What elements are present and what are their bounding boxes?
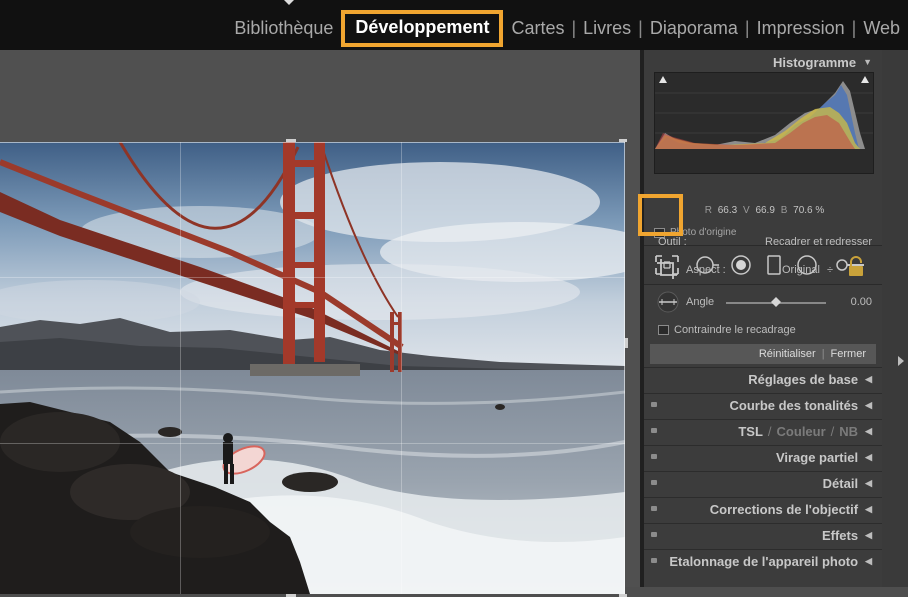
highlight-clipping-icon[interactable] bbox=[861, 76, 869, 83]
constrain-crop-checkbox[interactable] bbox=[658, 325, 669, 335]
crop-handle-right[interactable] bbox=[625, 338, 628, 348]
crop-frame-edge bbox=[0, 142, 625, 143]
panel-basic[interactable]: Réglages de base ◀ bbox=[644, 367, 882, 391]
expand-icon: ◀ bbox=[865, 452, 872, 462]
constrain-crop-toggle[interactable]: Contraindre le recadrage bbox=[658, 324, 796, 336]
panel-couleur-tab[interactable]: Couleur bbox=[777, 424, 826, 439]
module-web[interactable]: Web bbox=[859, 18, 904, 39]
module-impression[interactable]: Impression bbox=[753, 18, 849, 39]
module-cartes[interactable]: Cartes bbox=[507, 18, 568, 39]
straighten-level-icon[interactable] bbox=[656, 290, 680, 314]
collapse-icon: ▼ bbox=[863, 57, 872, 67]
aspect-spinner-icon: ÷ bbox=[826, 264, 834, 276]
expand-icon: ◀ bbox=[865, 426, 872, 436]
angle-value[interactable]: 0.00 bbox=[851, 296, 872, 308]
histogram-title: Histogramme bbox=[773, 54, 857, 70]
module-separator: | bbox=[571, 17, 577, 38]
panel-lens-label: Corrections de l'objectif bbox=[709, 502, 859, 517]
panel-switch-icon[interactable] bbox=[651, 532, 657, 537]
histogram-chart bbox=[655, 76, 873, 149]
panel-switch-icon[interactable] bbox=[651, 428, 657, 433]
angle-slider-thumb[interactable] bbox=[771, 297, 781, 307]
crop-handle-top[interactable] bbox=[286, 139, 296, 142]
panel-calibration-label: Etalonnage de l'appareil photo bbox=[669, 554, 859, 569]
module-bibliotheque[interactable]: Bibliothèque bbox=[230, 18, 337, 39]
expand-icon: ◀ bbox=[865, 556, 872, 566]
panel-tone-curve-label: Courbe des tonalités bbox=[729, 398, 859, 413]
panel-basic-label: Réglages de base bbox=[748, 372, 859, 387]
module-separator: | bbox=[851, 17, 857, 38]
tool-value: Recadrer et redresser bbox=[765, 236, 872, 248]
graduated-filter-icon[interactable] bbox=[766, 254, 782, 276]
panel-detail-label: Détail bbox=[822, 476, 859, 491]
panel-tsl[interactable]: TSL / Couleur / NB ◀ bbox=[644, 419, 882, 443]
tab-separator: / bbox=[830, 424, 835, 439]
expand-icon: ◀ bbox=[865, 504, 872, 514]
panel-switch-icon[interactable] bbox=[651, 402, 657, 407]
panel-switch-icon[interactable] bbox=[651, 506, 657, 511]
v-value: 66.9 bbox=[755, 205, 775, 216]
v-label: V bbox=[742, 205, 750, 216]
expand-icon: ◀ bbox=[865, 400, 872, 410]
aspect-label: Aspect : bbox=[686, 264, 726, 276]
crop-grid-line bbox=[0, 443, 625, 444]
crop-grid-line bbox=[401, 142, 402, 594]
red-eye-icon[interactable] bbox=[730, 254, 752, 276]
action-separator: | bbox=[821, 348, 825, 360]
crop-actions: Réinitialiser | Fermer bbox=[650, 344, 876, 364]
crop-handle-top-right[interactable] bbox=[619, 139, 627, 142]
module-diaporama[interactable]: Diaporama bbox=[646, 18, 742, 39]
crop-grid-line bbox=[0, 277, 625, 278]
panel-lens-corrections[interactable]: Corrections de l'objectif ◀ bbox=[644, 497, 882, 521]
crop-grid-line bbox=[180, 142, 181, 594]
module-list: Bibliothèque Développement Cartes | Livr… bbox=[230, 9, 904, 47]
panel-nb-tab[interactable]: NB bbox=[839, 424, 858, 439]
constrain-crop-label: Contraindre le recadrage bbox=[674, 324, 796, 336]
panel-split-toning-label: Virage partiel bbox=[775, 450, 859, 465]
panel-split-toning[interactable]: Virage partiel ◀ bbox=[644, 445, 882, 469]
b-value: 70.6 % bbox=[793, 205, 825, 216]
shadow-clipping-icon[interactable] bbox=[659, 76, 667, 83]
expand-icon: ◀ bbox=[865, 374, 872, 384]
photo-preview[interactable] bbox=[0, 142, 625, 594]
develop-right-panel: Histogramme ▼ R 66.3 V 66.9 B 70.6 % Pho… bbox=[638, 50, 882, 587]
histogram-graph bbox=[654, 72, 874, 174]
panel-effects-label: Effets bbox=[821, 528, 859, 543]
panel-switch-icon[interactable] bbox=[651, 454, 657, 459]
expand-icon: ◀ bbox=[865, 530, 872, 540]
lock-icon[interactable] bbox=[847, 256, 865, 278]
module-livres[interactable]: Livres bbox=[579, 18, 635, 39]
r-label: R bbox=[704, 205, 712, 216]
reset-button[interactable]: Réinitialiser bbox=[759, 348, 816, 360]
aspect-value: Original bbox=[782, 264, 820, 276]
panel-detail[interactable]: Détail ◀ bbox=[644, 471, 882, 495]
module-bar-notch[interactable] bbox=[284, 0, 294, 5]
tab-separator: / bbox=[767, 424, 772, 439]
crop-frame-edge bbox=[624, 142, 625, 594]
tool-label: Outil : bbox=[658, 236, 687, 248]
panel-tsl-tab[interactable]: TSL bbox=[738, 424, 763, 439]
collapse-right-panel-icon[interactable] bbox=[898, 356, 904, 366]
module-bar: Bibliothèque Développement Cartes | Livr… bbox=[0, 0, 908, 50]
angle-label: Angle bbox=[686, 296, 715, 308]
panel-switch-icon[interactable] bbox=[651, 558, 657, 563]
panel-effects[interactable]: Effets ◀ bbox=[644, 523, 882, 547]
panel-tone-curve[interactable]: Courbe des tonalités ◀ bbox=[644, 393, 882, 417]
panel-calibration[interactable]: Etalonnage de l'appareil photo ◀ bbox=[644, 549, 882, 573]
b-label: B bbox=[780, 205, 788, 216]
crop-frame-icon[interactable] bbox=[656, 258, 678, 280]
right-panel-toggle[interactable] bbox=[882, 50, 908, 587]
panel-switch-icon[interactable] bbox=[651, 480, 657, 485]
close-button[interactable]: Fermer bbox=[831, 348, 866, 360]
aspect-dropdown[interactable]: Original ÷ bbox=[782, 264, 833, 276]
histogram-header[interactable]: Histogramme ▼ bbox=[644, 50, 882, 74]
r-value: 66.3 bbox=[717, 205, 738, 216]
image-workspace[interactable] bbox=[0, 50, 640, 597]
expand-icon: ◀ bbox=[865, 478, 872, 488]
module-developpement[interactable]: Développement bbox=[341, 9, 504, 47]
golden-gate-photo bbox=[0, 142, 625, 594]
crop-tool-highlight bbox=[638, 194, 683, 236]
module-separator: | bbox=[638, 17, 643, 38]
module-separator: | bbox=[744, 17, 750, 38]
